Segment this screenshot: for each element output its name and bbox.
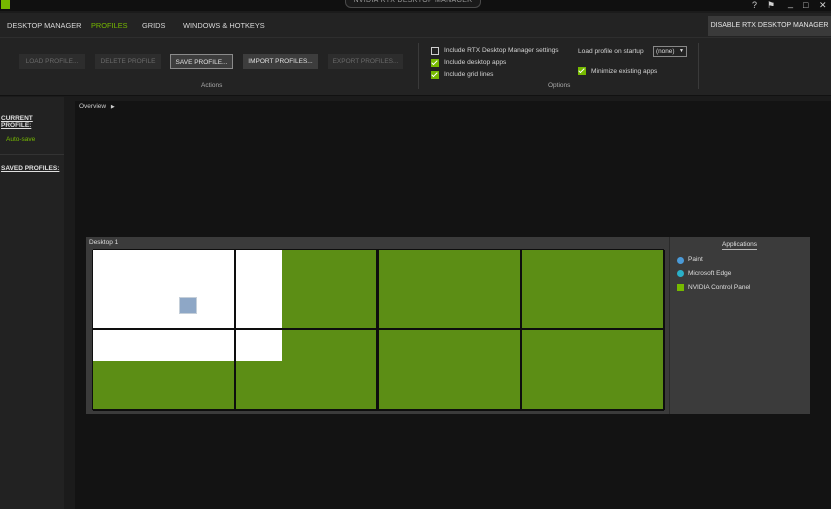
breadcrumb[interactable]: Overview ▶ bbox=[79, 103, 115, 110]
saved-profiles-heading: SAVED PROFILES: bbox=[1, 165, 60, 172]
load-on-startup-value: (none) bbox=[656, 48, 675, 55]
profiles-sidebar: CURRENT PROFILE: Auto-save SAVED PROFILE… bbox=[0, 97, 64, 509]
feedback-icon[interactable]: ⚑ bbox=[767, 0, 775, 11]
panel-divider bbox=[669, 237, 670, 414]
load-on-startup-select[interactable]: (none) ▼ bbox=[653, 46, 687, 57]
grid-border bbox=[93, 409, 664, 411]
include-desktop-apps-checkbox[interactable] bbox=[431, 59, 439, 67]
app-item-paint[interactable]: Paint bbox=[688, 256, 703, 263]
tab-desktop-manager[interactable]: DESKTOP MANAGER bbox=[7, 13, 81, 38]
grid-border bbox=[92, 250, 93, 410]
nvidia-logo-icon bbox=[1, 0, 10, 9]
tab-windows-hotkeys[interactable]: WINDOWS & HOTKEYS bbox=[183, 13, 265, 38]
export-profiles-button[interactable]: EXPORT PROFILES... bbox=[328, 54, 403, 69]
tab-grids[interactable]: GRIDS bbox=[142, 13, 165, 38]
delete-profile-button[interactable]: DELETE PROFILE bbox=[95, 54, 161, 69]
minimize-existing-apps-label: Minimize existing apps bbox=[591, 68, 658, 75]
current-profile-value[interactable]: Auto-save bbox=[6, 136, 35, 143]
maximize-button[interactable]: □ bbox=[803, 0, 808, 11]
include-settings-checkbox[interactable] bbox=[431, 47, 439, 55]
include-settings-label: Include RTX Desktop Manager settings bbox=[444, 47, 559, 54]
load-profile-button[interactable]: LOAD PROFILE... bbox=[19, 54, 85, 69]
nav-bar: DESKTOP MANAGER PROFILES GRIDS WINDOWS &… bbox=[0, 13, 831, 38]
disable-desktop-manager-button[interactable]: DISABLE RTX DESKTOP MANAGER bbox=[708, 16, 831, 36]
options-group-label: Options bbox=[548, 82, 571, 89]
grid-line bbox=[520, 250, 522, 410]
desktop-label: Desktop 1 bbox=[89, 239, 119, 246]
paint-icon bbox=[179, 297, 197, 314]
load-on-startup-label: Load profile on startup bbox=[578, 48, 644, 55]
grid-line bbox=[93, 328, 664, 330]
minimize-button[interactable]: _ bbox=[788, 0, 793, 9]
app-item-edge[interactable]: Microsoft Edge bbox=[688, 270, 731, 277]
toolbar-divider bbox=[698, 43, 699, 89]
tab-profiles[interactable]: PROFILES bbox=[91, 13, 128, 38]
breadcrumb-overview: Overview bbox=[79, 103, 107, 110]
current-profile-heading: CURRENT PROFILE: bbox=[1, 115, 33, 129]
save-profile-button[interactable]: SAVE PROFILE... bbox=[170, 54, 233, 69]
import-profiles-button[interactable]: IMPORT PROFILES... bbox=[243, 54, 318, 69]
include-grid-lines-checkbox[interactable] bbox=[431, 71, 439, 79]
grid-line bbox=[376, 250, 379, 410]
actions-group-label: Actions bbox=[201, 82, 223, 89]
toolbar-divider bbox=[418, 43, 419, 89]
help-icon[interactable]: ? bbox=[752, 0, 757, 11]
minimize-existing-apps-checkbox[interactable] bbox=[578, 67, 586, 75]
chevron-down-icon: ▼ bbox=[679, 48, 684, 54]
profile-toolbar: LOAD PROFILE... DELETE PROFILE SAVE PROF… bbox=[0, 38, 831, 96]
app-item-nvidia-control-panel[interactable]: NVIDIA Control Panel bbox=[688, 284, 751, 291]
grid-border bbox=[93, 249, 664, 250]
grid-border bbox=[663, 250, 665, 410]
window-title: NVIDIA RTX DESKTOP MANAGER bbox=[345, 0, 481, 8]
include-grid-lines-label: Include grid lines bbox=[444, 71, 494, 78]
sidebar-divider bbox=[0, 154, 64, 155]
nvidia-control-panel-icon bbox=[677, 284, 684, 291]
paint-icon bbox=[677, 257, 684, 264]
grid-line bbox=[234, 250, 236, 410]
chevron-right-icon: ▶ bbox=[110, 104, 115, 110]
applications-heading: Applications bbox=[722, 241, 758, 250]
edge-icon bbox=[677, 270, 684, 277]
include-desktop-apps-label: Include desktop apps bbox=[444, 59, 507, 66]
close-button[interactable]: ✕ bbox=[819, 0, 827, 11]
